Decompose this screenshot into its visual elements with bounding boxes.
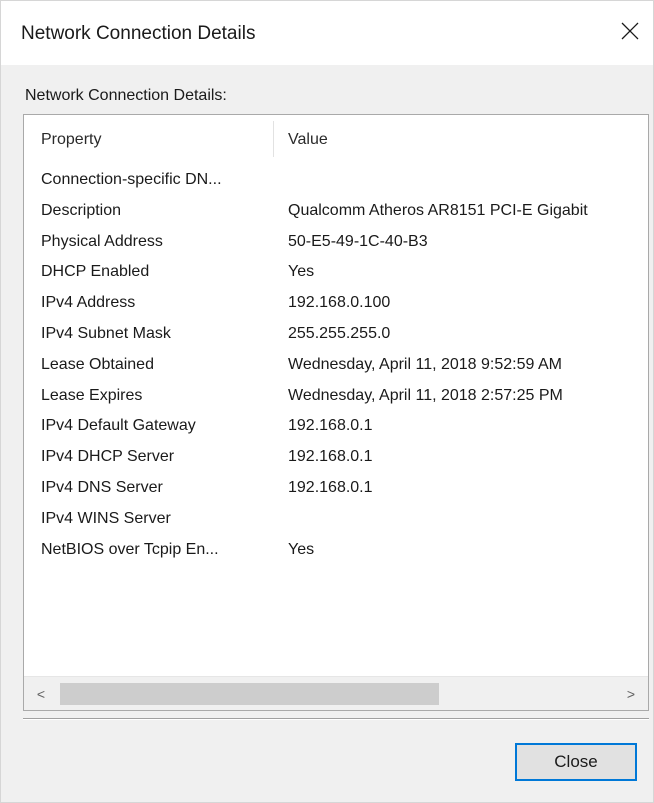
table-row[interactable]: Description Qualcomm Atheros AR8151 PCI-E… <box>24 196 648 227</box>
column-divider[interactable] <box>273 121 274 157</box>
table-row[interactable]: IPv4 DNS Server 192.168.0.1 <box>24 473 648 504</box>
property-cell: IPv4 Subnet Mask <box>41 324 171 342</box>
property-cell: Lease Expires <box>41 386 143 404</box>
value-cell: 255.255.255.0 <box>288 324 391 342</box>
value-cell: 192.168.0.100 <box>288 294 391 312</box>
window-title: Network Connection Details <box>21 23 256 44</box>
value-cell: Wednesday, April 11, 2018 9:52:59 AM <box>288 355 562 373</box>
list-rows: Connection-specific DN... Description Qual… <box>24 165 648 565</box>
title-bar[interactable]: Network Connection Details <box>1 1 653 65</box>
value-cell: Wednesday, April 11, 2018 2:57:25 PM <box>288 386 563 404</box>
value-cell: 192.168.0.1 <box>288 417 373 435</box>
property-cell: IPv4 DNS Server <box>41 478 163 496</box>
close-button[interactable]: Close <box>515 743 637 781</box>
property-cell: Description <box>41 201 122 219</box>
details-group-label: Network Connection Details: <box>25 87 227 104</box>
property-cell: Physical Address <box>41 232 163 250</box>
property-cell: NetBIOS over Tcpip En... <box>41 540 219 558</box>
table-row[interactable]: NetBIOS over Tcpip En... Yes <box>24 535 648 566</box>
property-cell: IPv4 Default Gateway <box>41 417 196 435</box>
value-cell: Qualcomm Atheros AR8151 PCI-E Gigabit <box>288 201 588 219</box>
value-cell: Yes <box>288 540 315 558</box>
table-row[interactable]: IPv4 Default Gateway 192.168.0.1 <box>24 411 648 442</box>
close-icon[interactable] <box>607 11 653 51</box>
table-row[interactable]: DHCP Enabled Yes <box>24 257 648 288</box>
table-row[interactable]: IPv4 DHCP Server 192.168.0.1 <box>24 442 648 473</box>
table-row[interactable]: Connection-specific DN... <box>24 165 648 196</box>
value-cell: 192.168.0.1 <box>288 478 373 496</box>
table-row[interactable]: IPv4 Subnet Mask 255.255.255.0 <box>24 319 648 350</box>
column-header-property[interactable]: Property <box>41 131 101 149</box>
scroll-right-arrow-icon[interactable]: > <box>614 677 648 710</box>
scroll-left-arrow-icon[interactable]: < <box>24 677 58 710</box>
horizontal-scrollbar[interactable]: < > <box>24 676 648 710</box>
scrollbar-thumb[interactable] <box>60 683 439 705</box>
network-connection-details-dialog: Network Connection Details Network Conne… <box>0 0 654 803</box>
details-list-view[interactable]: Property Value Connection-specific DN...… <box>23 114 649 711</box>
property-cell: Lease Obtained <box>41 355 154 373</box>
value-cell: 50-E5-49-1C-40-B3 <box>288 232 428 250</box>
table-row[interactable]: Lease Obtained Wednesday, April 11, 2018 … <box>24 350 648 381</box>
table-row[interactable]: IPv4 Address 192.168.0.100 <box>24 288 648 319</box>
column-header-value[interactable]: Value <box>288 131 328 149</box>
property-cell: IPv4 Address <box>41 294 136 312</box>
property-cell: DHCP Enabled <box>41 263 150 281</box>
separator-line <box>23 718 649 720</box>
property-cell: IPv4 DHCP Server <box>41 448 175 466</box>
table-row[interactable]: IPv4 WINS Server <box>24 504 648 535</box>
table-row[interactable]: Lease Expires Wednesday, April 11, 2018 2… <box>24 381 648 412</box>
value-cell: 192.168.0.1 <box>288 448 373 466</box>
value-cell: Yes <box>288 263 315 281</box>
list-header: Property Value <box>24 115 648 163</box>
property-cell: Connection-specific DN... <box>41 171 222 188</box>
table-row[interactable]: Physical Address 50-E5-49-1C-40-B3 <box>24 227 648 258</box>
property-cell: IPv4 WINS Server <box>41 509 171 527</box>
